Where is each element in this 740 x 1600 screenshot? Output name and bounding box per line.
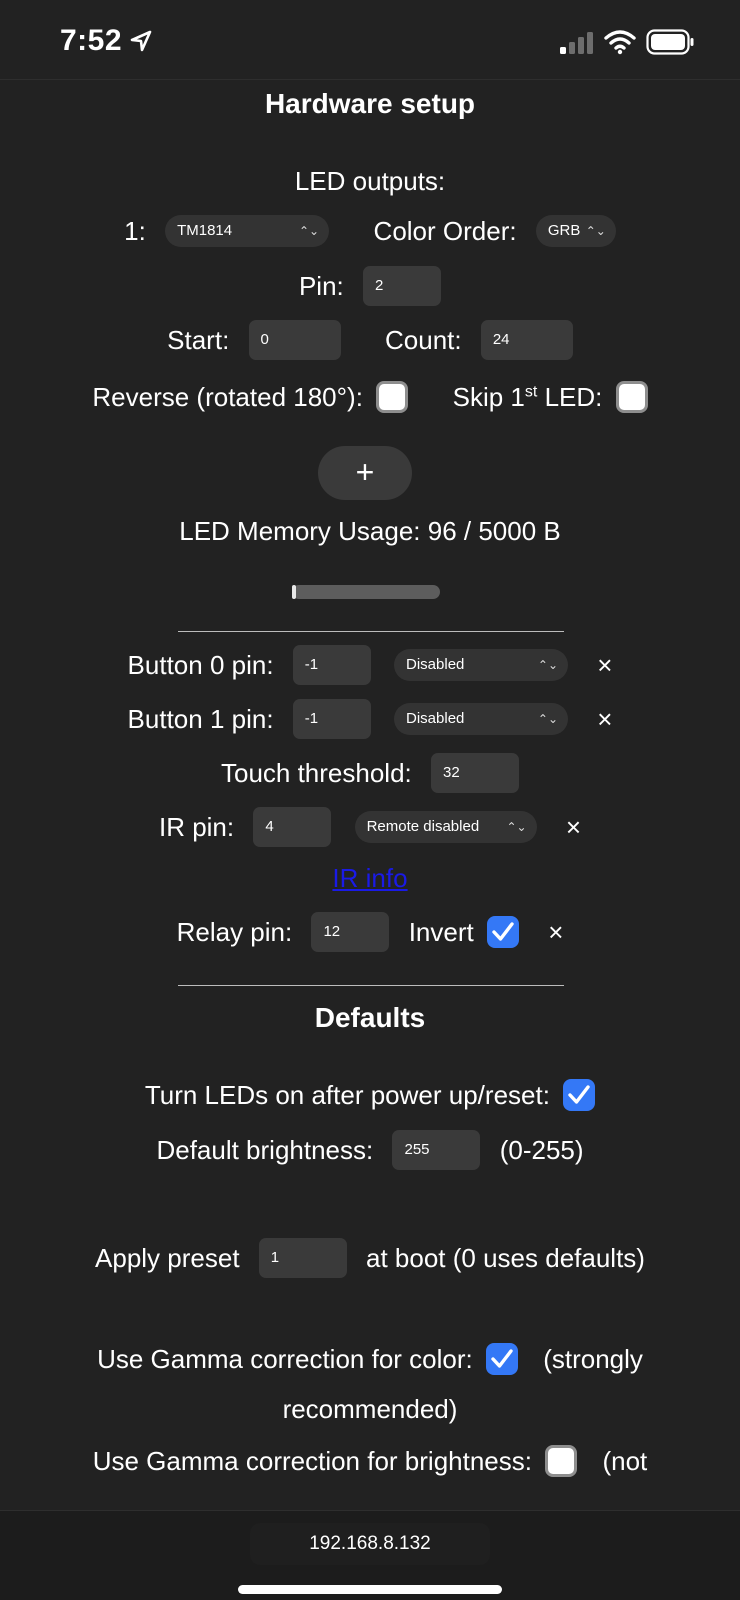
gamma-color-checkbox[interactable]: [485, 1343, 518, 1376]
brightness-input[interactable]: 255: [392, 1130, 481, 1170]
color-order-label: Color Order:: [373, 215, 517, 246]
brightness-label: Default brightness:: [156, 1134, 374, 1165]
ir-mode-select[interactable]: Remote disabled ⌃⌄: [354, 811, 537, 843]
led-type-value: TM1814: [177, 222, 233, 240]
led-outputs-heading: LED outputs:: [294, 166, 446, 196]
touch-threshold-row: Touch threshold: 32: [0, 753, 740, 793]
gamma-brightness-checkbox[interactable]: [545, 1445, 578, 1478]
skip-first-led-checkbox[interactable]: [615, 381, 648, 414]
invert-checkbox[interactable]: [486, 916, 519, 948]
relay-clear-button[interactable]: ×: [548, 917, 563, 948]
pin-row: Pin: 2: [0, 266, 740, 306]
button0-label: Button 0 pin:: [127, 649, 274, 680]
apply-preset-input[interactable]: 1: [258, 1238, 347, 1278]
button0-mode-value: Disabled: [406, 656, 465, 673]
memory-usage-bar: [292, 585, 440, 599]
start-label: Start:: [167, 324, 230, 355]
checkmark-icon: [568, 1085, 590, 1104]
button1-pin-input[interactable]: -1: [292, 699, 371, 739]
button1-clear-button[interactable]: ×: [597, 704, 612, 735]
apply-preset-row: Apply preset 1 at boot (0 uses defaults): [0, 1238, 740, 1278]
gamma-brightness-label: Use Gamma correction for brightness:: [92, 1445, 532, 1476]
start-count-row: Start: 0 Count: 24: [0, 320, 740, 360]
apply-preset-suffix: at boot (0 uses defaults): [366, 1242, 645, 1273]
hardware-setup-title: Hardware setup: [264, 88, 476, 119]
relay-pin-input[interactable]: 12: [311, 912, 390, 952]
count-label: Count:: [385, 324, 462, 355]
cellular-signal-icon: [560, 32, 593, 54]
start-input[interactable]: 0: [248, 320, 341, 360]
button1-mode-select[interactable]: Disabled ⌃⌄: [394, 703, 569, 735]
battery-icon: [646, 29, 694, 55]
gamma-brightness-row: Use Gamma correction for brightness: (no…: [0, 1444, 740, 1478]
reverse-checkbox[interactable]: [376, 381, 409, 414]
settings-page: Hardware setup LED outputs: 1: TM1814 ⌃⌄…: [0, 80, 740, 1510]
touch-threshold-label: Touch threshold:: [220, 757, 412, 788]
touch-threshold-input[interactable]: 32: [431, 753, 520, 793]
ir-mode-value: Remote disabled: [366, 818, 480, 835]
relay-pin-label: Relay pin:: [176, 916, 293, 947]
address-bar[interactable]: 192.168.8.132: [250, 1523, 490, 1565]
memory-usage-fill: [292, 585, 296, 599]
clock: 7:52: [60, 24, 123, 57]
ir-pin-label: IR pin:: [158, 811, 235, 842]
ir-clear-button[interactable]: ×: [566, 812, 581, 843]
output-index: 1:: [124, 215, 146, 246]
ir-info-link[interactable]: IR info: [332, 863, 407, 894]
divider: [178, 631, 564, 632]
led-output-row: 1: TM1814 ⌃⌄ Color Order: GRB ⌃⌄: [0, 214, 740, 248]
browser-bottom-bar: 192.168.8.132: [0, 1510, 740, 1600]
chevron-updown-icon: ⌃⌄: [537, 712, 559, 726]
brightness-row: Default brightness: 255 (0-255): [0, 1130, 740, 1170]
button1-row: Button 1 pin: -1 Disabled ⌃⌄ ×: [0, 699, 740, 739]
button0-mode-select[interactable]: Disabled ⌃⌄: [394, 649, 569, 681]
checkmark-icon: [492, 922, 514, 941]
chevron-updown-icon: ⌃⌄: [298, 224, 320, 239]
gamma-brightness-note: (not: [602, 1445, 648, 1476]
button0-pin-input[interactable]: -1: [292, 645, 371, 685]
relay-row: Relay pin: 12 Invert ×: [0, 912, 740, 952]
gamma-color-note-cont: recommended): [282, 1394, 458, 1424]
reverse-label: Reverse (rotated 180°):: [92, 381, 363, 412]
pin-input[interactable]: 2: [363, 266, 442, 306]
color-order-value: GRB: [547, 222, 581, 240]
button1-label: Button 1 pin:: [127, 703, 274, 734]
ir-pin-row: IR pin: 4 Remote disabled ⌃⌄ ×: [0, 807, 740, 847]
status-bar: 7:52: [0, 0, 740, 80]
count-input[interactable]: 24: [480, 320, 573, 360]
pin-label: Pin:: [298, 270, 344, 301]
chevron-updown-icon: ⌃⌄: [506, 820, 527, 834]
skip-first-led-label: Skip 1st LED:: [452, 381, 603, 412]
button0-clear-button[interactable]: ×: [597, 650, 612, 681]
gamma-color-row: Use Gamma correction for color: (strongl…: [0, 1342, 740, 1376]
gamma-color-label: Use Gamma correction for color:: [97, 1343, 473, 1374]
color-order-select[interactable]: GRB ⌃⌄: [535, 215, 616, 248]
apply-preset-label: Apply preset: [95, 1242, 240, 1273]
chevron-updown-icon: ⌃⌄: [585, 224, 606, 239]
button1-mode-value: Disabled: [406, 710, 465, 727]
reverse-skip-row: Reverse (rotated 180°): Skip 1st LED:: [0, 380, 740, 414]
ir-info-row: IR info: [0, 861, 740, 894]
divider: [178, 985, 564, 986]
turn-on-row: Turn LEDs on after power up/reset:: [0, 1078, 740, 1112]
checkmark-icon: [491, 1349, 513, 1368]
turn-on-label: Turn LEDs on after power up/reset:: [144, 1079, 550, 1110]
wifi-icon: [604, 30, 636, 55]
led-memory-usage: LED Memory Usage: 96 / 5000 B: [179, 516, 561, 546]
ir-pin-input[interactable]: 4: [253, 807, 332, 847]
invert-label: Invert: [408, 916, 474, 947]
gamma-color-note: (strongly: [543, 1343, 643, 1374]
button0-row: Button 0 pin: -1 Disabled ⌃⌄ ×: [0, 645, 740, 685]
home-indicator[interactable]: [238, 1585, 502, 1594]
add-output-button[interactable]: +: [318, 446, 412, 500]
chevron-updown-icon: ⌃⌄: [537, 658, 559, 672]
led-type-select[interactable]: TM1814 ⌃⌄: [165, 215, 330, 248]
turn-on-checkbox[interactable]: [563, 1079, 596, 1112]
location-arrow-icon: [130, 30, 152, 52]
brightness-range: (0-255): [499, 1134, 584, 1165]
defaults-title: Defaults: [314, 1002, 426, 1033]
